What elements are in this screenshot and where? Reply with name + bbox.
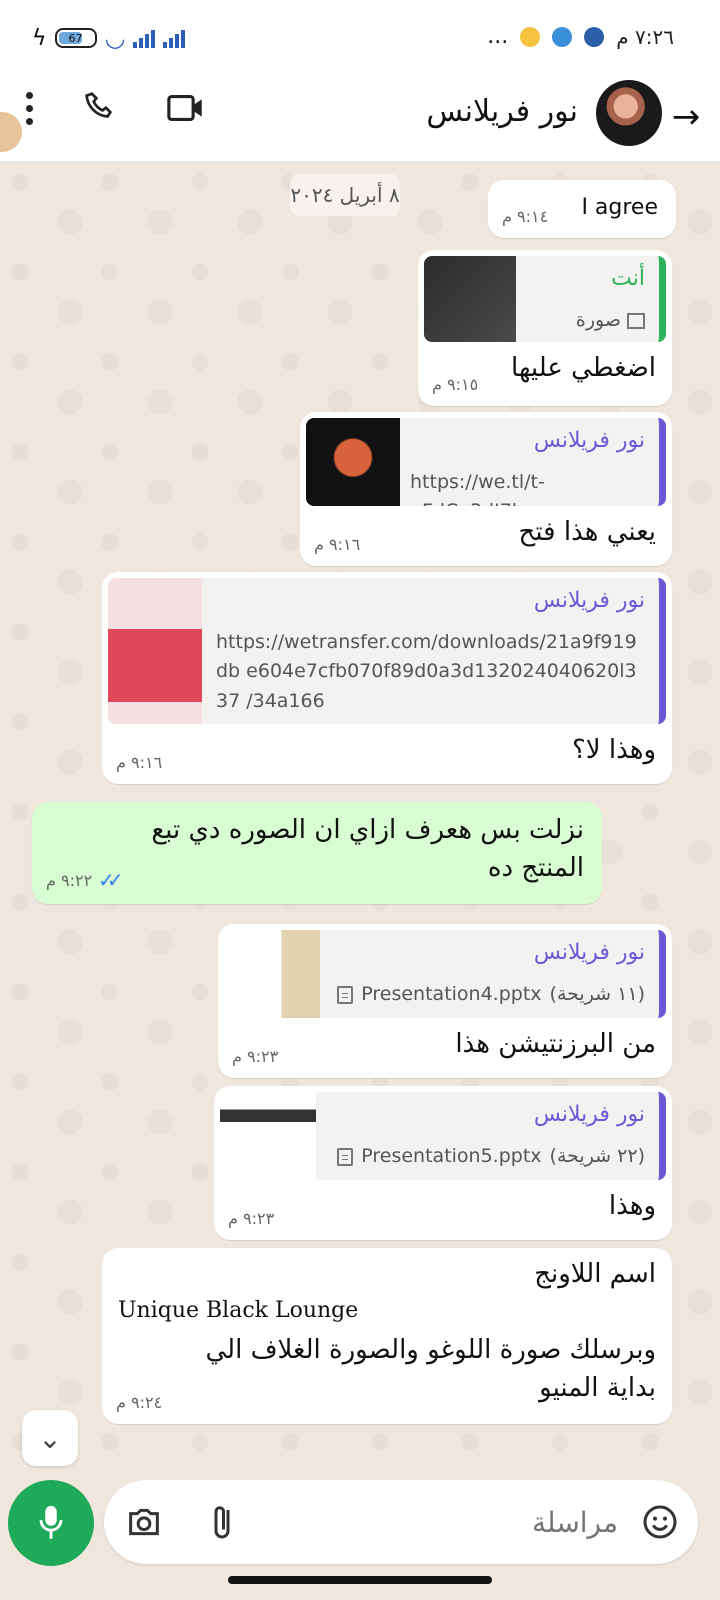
header-actions bbox=[26, 90, 206, 126]
message-text: وهذا لا؟ bbox=[571, 735, 656, 765]
chat-app-icon bbox=[584, 26, 605, 47]
battery-icon: 67 bbox=[54, 28, 97, 48]
image-thumbnail bbox=[108, 578, 202, 724]
contact-name[interactable]: نور فريلانس bbox=[426, 94, 578, 129]
status-bar: ϟ 67 ◡ ... ٧:٢٦ م bbox=[0, 0, 720, 72]
chat-header: → نور فريلانس bbox=[0, 72, 720, 162]
outgoing-message-bubble[interactable]: نزلت بس هعرف ازاي ان الصوره دي تبع المنت… bbox=[32, 802, 602, 904]
arrow-right-icon[interactable]: → bbox=[666, 97, 706, 137]
message-bubble[interactable]: نور فريلانس Presentation5.pptx (٢٢ شريحة)… bbox=[214, 1086, 672, 1240]
notification-app-icon bbox=[520, 26, 541, 47]
signal-icon bbox=[133, 28, 156, 48]
message-text-latin: Unique Black Lounge bbox=[118, 1298, 359, 1323]
charging-icon: ϟ bbox=[32, 25, 47, 51]
message-text: وهذا bbox=[608, 1191, 656, 1221]
quote-author: أنت bbox=[611, 266, 645, 291]
document-icon bbox=[337, 1147, 354, 1166]
quoted-document[interactable]: نور فريلانس Presentation5.pptx (٢٢ شريحة) bbox=[220, 1092, 666, 1180]
message-text: نزلت بس هعرف ازاي ان الصوره دي تبع المنت… bbox=[151, 815, 584, 883]
message-composer[interactable] bbox=[104, 1480, 698, 1564]
message-bubble[interactable]: نور فريلانس https://wetransfer.com/downl… bbox=[102, 572, 672, 784]
message-bubble[interactable]: I agree ٩:١٤ م bbox=[488, 180, 676, 238]
document-thumbnail bbox=[220, 1092, 316, 1180]
document-thumbnail bbox=[224, 930, 320, 1018]
document-icon bbox=[337, 985, 354, 1004]
quote-author: نور فريلانس bbox=[533, 428, 645, 453]
image-thumbnail bbox=[306, 418, 400, 506]
status-left-icons: ϟ 67 ◡ bbox=[32, 24, 186, 52]
message-bubble[interactable]: نور فريلانس Presentation4.pptx (١١ شريحة)… bbox=[218, 924, 672, 1078]
message-bubble[interactable]: اسم اللاونج Unique Black Lounge وبرسلك ص… bbox=[102, 1248, 672, 1424]
telegram-icon bbox=[552, 26, 573, 47]
scroll-to-bottom-button[interactable]: ⌄ bbox=[22, 1410, 78, 1466]
status-time: ٧:٢٦ م bbox=[616, 24, 674, 49]
message-text: اضغطي عليها bbox=[511, 353, 656, 383]
message-time: ٩:١٤ م bbox=[502, 207, 549, 226]
status-right-icons: ... ٧:٢٦ م bbox=[487, 24, 674, 49]
message-text: اسم اللاونج bbox=[534, 1259, 656, 1289]
video-camera-icon[interactable] bbox=[166, 91, 206, 125]
message-text: من البرزنتيشن هذا bbox=[455, 1029, 656, 1059]
more-notifications-icon: ... bbox=[487, 24, 509, 49]
chevrons-down-icon: ⌄ bbox=[38, 1421, 62, 1455]
quote-author: نور فريلانس bbox=[533, 1102, 645, 1127]
quote-text: صورة bbox=[438, 306, 645, 335]
quote-author: نور فريلانس bbox=[533, 940, 645, 965]
quoted-message[interactable]: أنت صورة bbox=[424, 256, 666, 342]
emoji-icon[interactable] bbox=[640, 1502, 680, 1542]
chat-area[interactable]: ٨ أبريل ٢٠٢٤ I agree ٩:١٤ م أنت صورة اضغ… bbox=[0, 162, 720, 1462]
microphone-icon bbox=[39, 1505, 63, 1539]
message-time: ٩:٢٣ م bbox=[232, 1047, 279, 1066]
kebab-menu-icon[interactable] bbox=[26, 91, 34, 125]
image-icon bbox=[627, 312, 645, 329]
message-text: I agree bbox=[581, 195, 658, 220]
signal-icon-2 bbox=[163, 28, 186, 48]
wifi-icon: ◡ bbox=[104, 24, 126, 52]
avatar[interactable] bbox=[596, 80, 662, 146]
message-time: ٩:٢٤ م bbox=[116, 1393, 163, 1412]
message-text: وبرسلك صورة اللوغو والصورة الغلاف الي بد… bbox=[205, 1335, 657, 1403]
message-bubble[interactable]: أنت صورة اضغطي عليها ٩:١٥ م bbox=[418, 250, 672, 406]
paperclip-icon[interactable] bbox=[204, 1500, 240, 1544]
message-time: ٩:١٦ م bbox=[116, 753, 163, 772]
message-time: ٩:١٦ م bbox=[314, 535, 361, 554]
quote-link[interactable]: https://wetransfer.com/downloads/21a9f91… bbox=[216, 628, 645, 716]
quote-document-info: Presentation4.pptx (١١ شريحة) bbox=[330, 980, 645, 1009]
camera-icon[interactable] bbox=[124, 1502, 164, 1542]
quote-link[interactable]: https://we.tl/t-gFdCo3dJ7l bbox=[410, 468, 645, 506]
quoted-message[interactable]: نور فريلانس https://wetransfer.com/downl… bbox=[108, 578, 666, 724]
message-time: ٩:٢٣ م bbox=[228, 1209, 275, 1228]
quote-document-info: Presentation5.pptx (٢٢ شريحة) bbox=[326, 1142, 645, 1171]
quote-author: نور فريلانس bbox=[533, 588, 645, 613]
message-bubble[interactable]: نور فريلانس https://we.tl/t-gFdCo3dJ7l ي… bbox=[300, 412, 672, 566]
battery-level: 67 bbox=[68, 31, 83, 45]
date-chip: ٨ أبريل ٢٠٢٤ bbox=[290, 174, 400, 216]
read-receipt-icon: ✓✓ bbox=[98, 868, 123, 892]
quoted-message[interactable]: نور فريلانس https://we.tl/t-gFdCo3dJ7l bbox=[306, 418, 666, 506]
message-text: يعني هذا فتح bbox=[518, 517, 656, 547]
message-time: ٩:١٥ م bbox=[432, 375, 479, 394]
home-indicator bbox=[228, 1576, 492, 1584]
message-input[interactable] bbox=[318, 1498, 618, 1546]
phone-icon[interactable] bbox=[82, 90, 118, 126]
voice-record-button[interactable] bbox=[8, 1480, 94, 1566]
quoted-document[interactable]: نور فريلانس Presentation4.pptx (١١ شريحة) bbox=[224, 930, 666, 1018]
message-time: ✓✓ ٩:٢٢ م bbox=[46, 868, 123, 892]
